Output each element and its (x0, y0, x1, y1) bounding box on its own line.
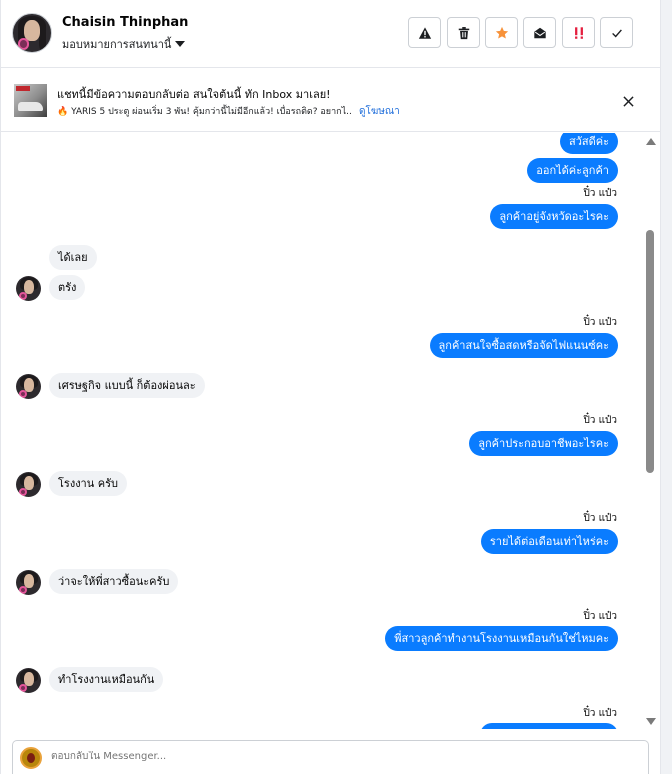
scrollbar-thumb[interactable] (646, 230, 654, 473)
ad-body: 🔥 YARIS 5 ประตู ผ่อนเริ่ม 3 พัน! คุ้มกว่… (57, 107, 352, 117)
mark-spam-button[interactable] (408, 17, 441, 48)
view-ad-link[interactable]: ดูโฆษณา (359, 104, 400, 119)
envelope-open-icon (533, 27, 546, 38)
reply-input[interactable] (51, 751, 631, 762)
mark-unread-button[interactable] (523, 17, 556, 48)
contact-avatar-small[interactable] (16, 570, 41, 595)
warning-icon (418, 26, 431, 39)
message-bubble-outgoing[interactable]: พี่สาวลูกค้าทำงานโรงงานเหมือนกันใช่ไหมคะ (385, 626, 618, 651)
assign-label: มอบหมายการสนทนานี้ (62, 38, 172, 51)
page-avatar (20, 747, 42, 769)
message-bubble-incoming[interactable]: ตรัง (49, 275, 86, 300)
close-banner-button[interactable] (619, 92, 637, 110)
message-bubble-incoming[interactable]: ได้เลย (49, 245, 97, 270)
ad-context-banner: แชทนี้มีข้อความตอบกลับต่อ สนใจต้นนี้ ทัก… (1, 69, 660, 132)
scroll-up-arrow-icon[interactable] (646, 138, 656, 145)
sender-label: ปิ๋ว แป๋ว (583, 513, 617, 524)
contact-avatar[interactable] (12, 13, 52, 53)
sender-label: ปิ๋ว แป๋ว (583, 415, 617, 426)
message-bubble-outgoing[interactable]: ออกได้ค่ะลูกค้า (527, 158, 618, 183)
sender-label: ปิ๋ว แป๋ว (583, 188, 617, 199)
sender-label: ปิ๋ว แป๋ว (583, 708, 617, 719)
contact-avatar-small[interactable] (16, 668, 41, 693)
contact-avatar-small[interactable] (16, 472, 41, 497)
message-bubble-incoming[interactable]: เศรษฐกิจ แบบนี้ ก็ต้องผ่อนละ (49, 373, 205, 398)
mark-done-button[interactable] (600, 17, 633, 48)
ad-thumbnail[interactable] (14, 84, 47, 117)
scroll-down-arrow-icon[interactable] (646, 718, 656, 725)
message-bubble-outgoing[interactable]: ลูกค้าอยู่จังหวัดอะไรคะ (490, 204, 618, 229)
assign-conversation-dropdown[interactable]: มอบหมายการสนทนานี้ (62, 35, 186, 53)
follow-up-button[interactable] (562, 17, 595, 48)
contact-avatar-small[interactable] (16, 374, 41, 399)
star-button[interactable] (485, 17, 518, 48)
message-bubble-outgoing[interactable]: สวัสดีค่ะ (559, 133, 618, 154)
delete-button[interactable] (447, 17, 480, 48)
check-icon (611, 28, 622, 38)
message-bubble-outgoing[interactable]: รายได้ต่อเดือนเท่าไหร่คะ (480, 529, 618, 554)
ad-title: แชทนี้มีข้อความตอบกลับต่อ สนใจต้นนี้ ทัก… (57, 88, 331, 101)
contact-avatar-small[interactable] (16, 276, 41, 301)
caret-down-icon (175, 41, 186, 47)
sender-label: ปิ๋ว แป๋ว (583, 317, 617, 328)
right-gutter (660, 0, 672, 774)
message-bubble-incoming[interactable]: โรงงาน ครับ (49, 471, 128, 496)
exclamation-icon (574, 26, 583, 39)
conversation-header: Chaisin Thinphan มอบหมายการสนทนานี้ (1, 0, 660, 68)
message-thread: สวัสดีค่ะ ออกได้ค่ะลูกค้า ปิ๋ว แป๋ว ลูกค… (1, 133, 644, 729)
sender-label: ปิ๋ว แป๋ว (583, 611, 617, 622)
close-icon (622, 95, 634, 107)
message-bubble-incoming[interactable]: ทำโรงงานเหมือนกัน (49, 667, 164, 692)
trash-icon (458, 26, 469, 39)
thread-scrollbar[interactable] (644, 133, 658, 729)
message-bubble-outgoing-partial[interactable] (480, 723, 618, 729)
message-bubble-outgoing[interactable]: ลูกค้าประกอบอาชีพอะไรคะ (469, 431, 618, 456)
reply-composer (12, 740, 649, 774)
contact-name[interactable]: Chaisin Thinphan (62, 15, 188, 30)
message-bubble-incoming[interactable]: ว่าจะให้พี่สาวซื้อนะครับ (49, 569, 179, 594)
message-bubble-outgoing[interactable]: ลูกค้าสนใจซื้อสดหรือจัดไฟแนนซ์คะ (429, 333, 618, 358)
star-icon (495, 26, 508, 39)
